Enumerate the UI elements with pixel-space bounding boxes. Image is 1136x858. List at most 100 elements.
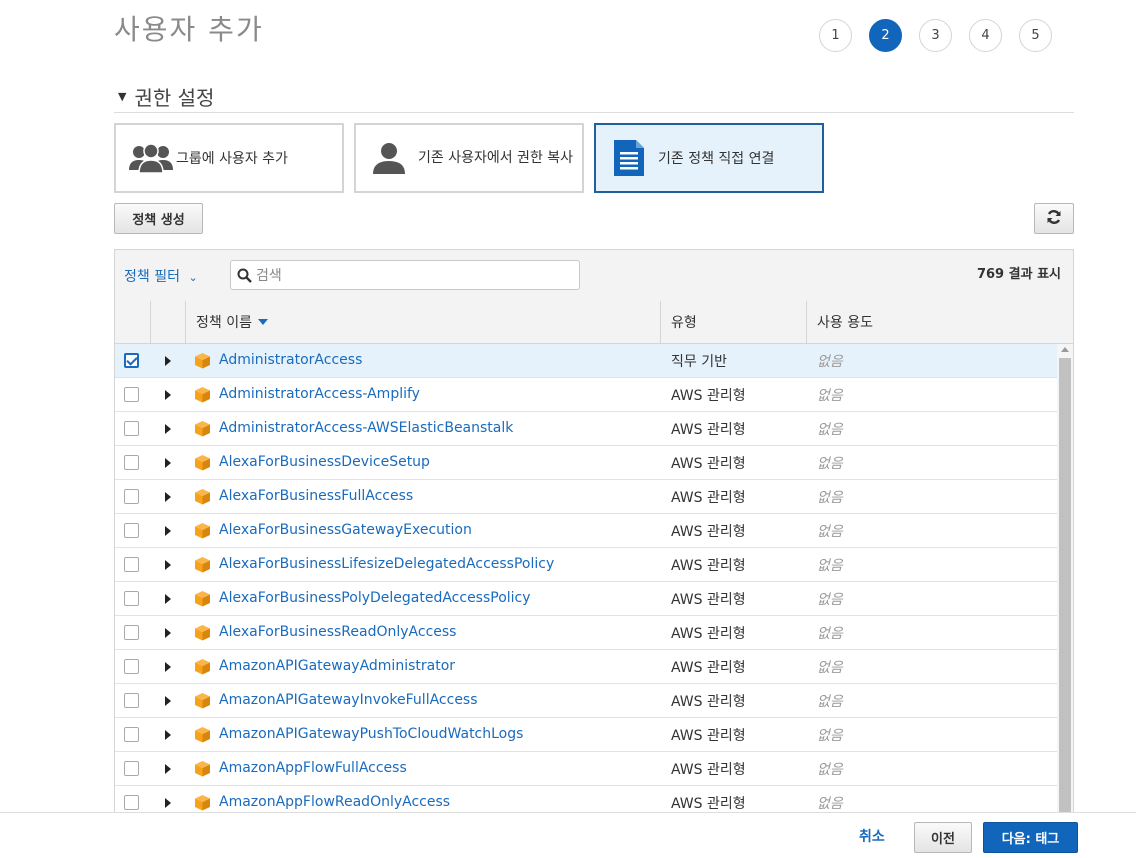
policy-name-link[interactable]: AlexaForBusinessReadOnlyAccess xyxy=(219,624,456,640)
row-checkbox[interactable] xyxy=(124,387,139,402)
table-row[interactable]: AlexaForBusinessGatewayExecution AWS 관리형 없… xyxy=(115,514,1057,548)
table-row[interactable]: AdministratorAccess-AWSElasticBeanstalk A… xyxy=(115,412,1057,446)
expand-arrow-icon[interactable] xyxy=(165,526,171,536)
table-row[interactable]: AmazonAPIGatewayAdministrator AWS 관리형 없음 xyxy=(115,650,1057,684)
policy-type: 직무 기반 xyxy=(671,354,727,370)
policy-type: AWS 관리형 xyxy=(671,524,746,540)
policy-name-link[interactable]: AmazonAPIGatewayInvokeFullAccess xyxy=(219,692,478,708)
expand-arrow-icon[interactable] xyxy=(165,424,171,434)
policy-name-link[interactable]: AdministratorAccess-AWSElasticBeanstalk xyxy=(219,420,513,436)
column-header-policy-name[interactable]: 정책 이름 xyxy=(186,301,661,343)
policy-type: AWS 관리형 xyxy=(671,796,746,812)
expand-arrow-icon[interactable] xyxy=(165,492,171,502)
row-checkbox[interactable] xyxy=(124,455,139,470)
next-tags-button[interactable]: 다음: 태그 xyxy=(983,822,1078,853)
expand-arrow-icon[interactable] xyxy=(165,458,171,468)
expand-arrow-icon[interactable] xyxy=(165,356,171,366)
scroll-thumb[interactable] xyxy=(1059,358,1071,813)
row-checkbox[interactable] xyxy=(124,761,139,776)
policy-cube-icon xyxy=(194,590,211,611)
option-add-to-group[interactable]: 그룹에 사용자 추가 xyxy=(114,123,344,193)
policy-type: AWS 관리형 xyxy=(671,558,746,574)
table-row[interactable]: AlexaForBusinessDeviceSetup AWS 관리형 없음 xyxy=(115,446,1057,480)
policy-type: AWS 관리형 xyxy=(671,388,746,404)
step-1[interactable]: 1 xyxy=(819,19,852,52)
policy-name-link[interactable]: AmazonAppFlowReadOnlyAccess xyxy=(219,794,450,810)
policy-name-link[interactable]: AdministratorAccess-Amplify xyxy=(219,386,420,402)
row-checkbox[interactable] xyxy=(124,353,139,368)
policy-usage: 없음 xyxy=(817,796,843,812)
table-row[interactable]: AlexaForBusinessReadOnlyAccess AWS 관리형 없음 xyxy=(115,616,1057,650)
column-header-usage[interactable]: 사용 용도 xyxy=(807,301,1073,343)
policy-cube-icon xyxy=(194,794,211,813)
policy-usage: 없음 xyxy=(817,626,843,642)
create-policy-button[interactable]: 정책 생성 xyxy=(114,203,203,234)
policy-type: AWS 관리형 xyxy=(671,728,746,744)
table-row[interactable]: AmazonAPIGatewayPushToCloudWatchLogs AWS … xyxy=(115,718,1057,752)
policy-type: AWS 관리형 xyxy=(671,456,746,472)
expand-arrow-icon[interactable] xyxy=(165,798,171,808)
policy-name-link[interactable]: AlexaForBusinessFullAccess xyxy=(219,488,413,504)
table-row[interactable]: AmazonAPIGatewayInvokeFullAccess AWS 관리형 없… xyxy=(115,684,1057,718)
row-checkbox[interactable] xyxy=(124,489,139,504)
table-scrollbar[interactable] xyxy=(1057,344,1073,813)
row-checkbox[interactable] xyxy=(124,795,139,810)
row-checkbox[interactable] xyxy=(124,693,139,708)
policy-filter-dropdown[interactable]: 정책 필터 ⌄ xyxy=(124,266,198,286)
search-input[interactable]: 검색 xyxy=(230,260,580,290)
cancel-button[interactable]: 취소 xyxy=(859,826,885,846)
row-checkbox[interactable] xyxy=(124,523,139,538)
table-row[interactable]: AlexaForBusinessPolyDelegatedAccessPolic… xyxy=(115,582,1057,616)
row-checkbox[interactable] xyxy=(124,591,139,606)
row-checkbox[interactable] xyxy=(124,557,139,572)
permissions-section-header[interactable]: ▼ 권한 설정 xyxy=(114,80,1074,113)
expand-arrow-icon[interactable] xyxy=(165,594,171,604)
expand-arrow-icon[interactable] xyxy=(165,628,171,638)
refresh-icon xyxy=(1046,209,1062,229)
policy-cube-icon xyxy=(194,760,211,781)
policy-name-link[interactable]: AdministratorAccess xyxy=(219,352,362,368)
table-row[interactable]: AmazonAppFlowReadOnlyAccess AWS 관리형 없음 xyxy=(115,786,1057,813)
table-row[interactable]: AlexaForBusinessFullAccess AWS 관리형 없음 xyxy=(115,480,1057,514)
table-row[interactable]: AlexaForBusinessLifesizeDelegatedAccessP… xyxy=(115,548,1057,582)
policy-name-link[interactable]: AlexaForBusinessLifesizeDelegatedAccessP… xyxy=(219,556,554,572)
policy-cube-icon xyxy=(194,352,211,373)
option-copy-permissions[interactable]: 기존 사용자에서 권한 복사 xyxy=(354,123,584,193)
column-header-type[interactable]: 유형 xyxy=(661,301,807,343)
expand-arrow-icon[interactable] xyxy=(165,560,171,570)
step-5[interactable]: 5 xyxy=(1019,19,1052,52)
policy-cube-icon xyxy=(194,556,211,577)
policy-usage: 없음 xyxy=(817,354,843,370)
expand-arrow-icon[interactable] xyxy=(165,696,171,706)
row-checkbox[interactable] xyxy=(124,659,139,674)
filter-bar: 정책 필터 ⌄ 검색 769 결과 표시 xyxy=(115,250,1073,302)
option-attach-policies[interactable]: 기존 정책 직접 연결 xyxy=(594,123,824,193)
policy-name-link[interactable]: AlexaForBusinessDeviceSetup xyxy=(219,454,430,470)
column-usage-label: 사용 용도 xyxy=(817,315,873,331)
step-4[interactable]: 4 xyxy=(969,19,1002,52)
policy-cube-icon xyxy=(194,692,211,713)
previous-button[interactable]: 이전 xyxy=(914,822,972,853)
policy-name-link[interactable]: AlexaForBusinessPolyDelegatedAccessPolic… xyxy=(219,590,531,606)
step-3[interactable]: 3 xyxy=(919,19,952,52)
table-row[interactable]: AdministratorAccess 직무 기반 없음 xyxy=(115,344,1057,378)
policy-name-link[interactable]: AlexaForBusinessGatewayExecution xyxy=(219,522,472,538)
user-icon xyxy=(372,142,406,174)
table-row[interactable]: AdministratorAccess-Amplify AWS 관리형 없음 xyxy=(115,378,1057,412)
filter-label-text: 정책 필터 xyxy=(124,269,180,285)
step-2-active[interactable]: 2 xyxy=(869,19,902,52)
row-checkbox[interactable] xyxy=(124,421,139,436)
scroll-up-arrow[interactable] xyxy=(1061,347,1069,352)
refresh-button[interactable] xyxy=(1034,203,1074,234)
expand-arrow-icon[interactable] xyxy=(165,764,171,774)
expand-arrow-icon[interactable] xyxy=(165,730,171,740)
policy-name-link[interactable]: AmazonAppFlowFullAccess xyxy=(219,760,407,776)
policy-usage: 없음 xyxy=(817,524,843,540)
policy-name-link[interactable]: AmazonAPIGatewayAdministrator xyxy=(219,658,455,674)
policy-name-link[interactable]: AmazonAPIGatewayPushToCloudWatchLogs xyxy=(219,726,523,742)
expand-arrow-icon[interactable] xyxy=(165,662,171,672)
row-checkbox[interactable] xyxy=(124,625,139,640)
table-row[interactable]: AmazonAppFlowFullAccess AWS 관리형 없음 xyxy=(115,752,1057,786)
row-checkbox[interactable] xyxy=(124,727,139,742)
expand-arrow-icon[interactable] xyxy=(165,390,171,400)
